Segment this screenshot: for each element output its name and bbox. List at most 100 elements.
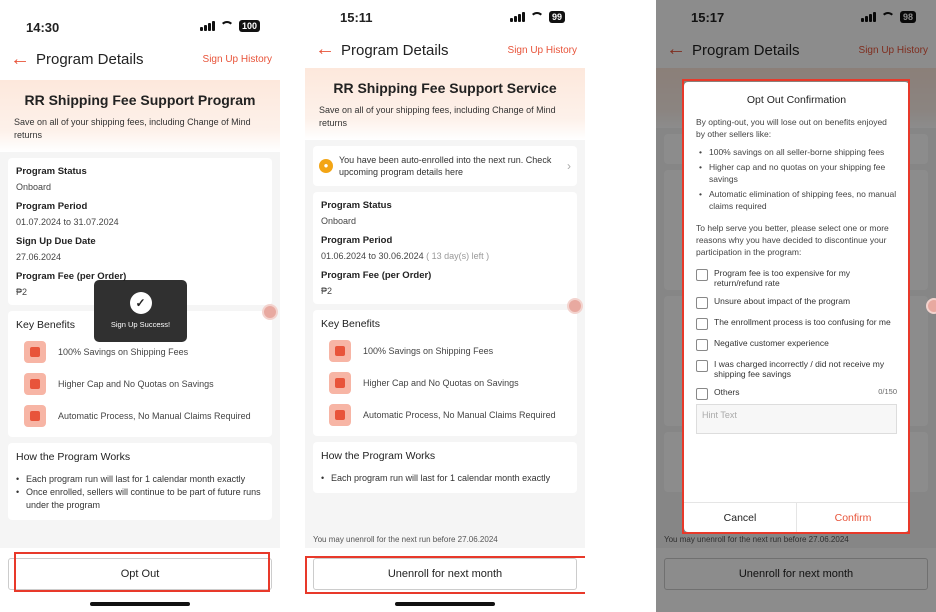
- program-title: RR Shipping Fee Support Program: [24, 92, 256, 108]
- status-label: Program Status: [321, 200, 392, 211]
- how-item: Each program run will last for 1 calenda…: [16, 473, 264, 486]
- toast-text: Sign Up Success!: [110, 320, 171, 329]
- info-bell-icon: ●: [319, 159, 333, 173]
- battery-icon: 100: [238, 20, 260, 32]
- notice-text: You have been auto-enrolled into the nex…: [339, 155, 552, 177]
- char-counter: 0/150: [878, 387, 897, 396]
- benefit-text: Higher Cap and No Quotas on Savings: [363, 377, 519, 388]
- reason-option[interactable]: Program fee is too expensive for my retu…: [684, 268, 909, 288]
- benefit-item: Higher Cap and No Quotas on Savings: [16, 373, 264, 395]
- opt-out-modal: Opt Out Confirmation By opting-out, you …: [684, 82, 909, 532]
- program-title: RR Shipping Fee Support Service: [333, 80, 557, 96]
- success-toast: ✓ Sign Up Success!: [94, 280, 187, 342]
- floating-help-icon[interactable]: [926, 298, 936, 314]
- period-label: Program Period: [321, 235, 393, 246]
- battery-icon: 99: [548, 11, 565, 23]
- checkbox[interactable]: [696, 339, 708, 351]
- unenroll-button[interactable]: Unenroll for next month: [313, 558, 577, 590]
- wifi-icon: [529, 12, 544, 22]
- confirm-button[interactable]: Confirm: [797, 503, 909, 532]
- reason-option[interactable]: Negative customer experience: [684, 338, 909, 351]
- benefit-item: 100% Savings on Shipping Fees: [16, 341, 264, 363]
- reason-option[interactable]: Others 0/150: [684, 387, 909, 400]
- auto-enroll-notice[interactable]: ● You have been auto-enrolled into the n…: [313, 146, 577, 186]
- chevron-right-icon: ›: [567, 159, 571, 173]
- page-title: Program Details: [341, 41, 449, 59]
- phone-chart-icon: [24, 373, 46, 395]
- sign-up-history-link[interactable]: Sign Up History: [203, 54, 272, 65]
- benefit-item: Automatic Process, No Manual Claims Requ…: [16, 405, 264, 427]
- modal-actions: Cancel Confirm: [684, 502, 909, 532]
- program-info-card: Program Status Onboard Program Period 01…: [313, 192, 577, 304]
- benefit-text: Automatic Process, No Manual Claims Requ…: [58, 410, 251, 421]
- checkbox[interactable]: [696, 269, 708, 281]
- nav-bar: ← Program Details Sign Up History: [305, 32, 585, 68]
- status-time: 14:30: [26, 20, 60, 35]
- phone-screen-1: 14:30 100 ← Program Details Sign Up Hist…: [0, 0, 280, 612]
- unenroll-note: You may unenroll for the next run before…: [313, 535, 498, 544]
- reason-option[interactable]: Unsure about impact of the program: [684, 296, 909, 309]
- benefit-text: Automatic Process, No Manual Claims Requ…: [363, 409, 556, 420]
- bottom-bar: Opt Out: [0, 548, 280, 612]
- status-bar: 15:11 99: [305, 0, 585, 32]
- status-time: 15:11: [340, 10, 373, 25]
- benefit-text: 100% Savings on Shipping Fees: [363, 345, 494, 356]
- program-subtitle: Save on all of your shipping fees, inclu…: [14, 117, 251, 140]
- modal-benefit: Higher cap and no quotas on your shippin…: [684, 161, 909, 185]
- due-date-label: Sign Up Due Date: [16, 236, 96, 247]
- key-benefits-title: Key Benefits: [321, 318, 380, 330]
- reason-label: Program fee is too expensive for my retu…: [714, 268, 851, 288]
- reason-option[interactable]: I was charged incorrectly / did not rece…: [684, 359, 909, 379]
- checkbox[interactable]: [696, 297, 708, 309]
- days-left: ( 13 day(s) left ): [426, 251, 490, 261]
- status-icons: 99: [509, 11, 565, 23]
- checkbox[interactable]: [696, 318, 708, 330]
- truck-icon: [24, 341, 46, 363]
- sign-up-history-link[interactable]: Sign Up History: [508, 45, 577, 56]
- benefit-item: Automatic Process, No Manual Claims Requ…: [321, 404, 569, 426]
- modal-title: Opt Out Confirmation: [746, 94, 847, 106]
- checkbox[interactable]: [696, 360, 708, 372]
- how-it-works-title: How the Program Works: [321, 450, 436, 462]
- program-subtitle: Save on all of your shipping fees, inclu…: [319, 105, 556, 128]
- home-indicator: [395, 602, 495, 606]
- reasons-prompt: To help serve you better, please select …: [696, 223, 889, 257]
- screenshot-collage: 14:30 100 ← Program Details Sign Up Hist…: [0, 0, 936, 612]
- bottom-bar: Unenroll for next month: [305, 548, 585, 612]
- reason-label: Negative customer experience: [714, 338, 829, 348]
- back-arrow-icon[interactable]: ←: [10, 48, 30, 71]
- signal-icon: [509, 12, 525, 22]
- modal-intro: By opting-out, you will lose out on bene…: [696, 117, 887, 139]
- status-bar: 14:30 100: [0, 0, 280, 38]
- floating-help-icon[interactable]: [262, 304, 278, 320]
- box-icon: [329, 404, 351, 426]
- back-arrow-icon[interactable]: ←: [315, 38, 335, 61]
- others-text-input[interactable]: Hint Text: [696, 404, 897, 434]
- nav-bar: ← Program Details Sign Up History: [0, 38, 280, 80]
- opt-out-button[interactable]: Opt Out: [8, 558, 272, 590]
- wifi-icon: [219, 21, 234, 31]
- truck-icon: [329, 340, 351, 362]
- cancel-button[interactable]: Cancel: [684, 503, 797, 532]
- home-indicator: [90, 602, 190, 606]
- period-label: Program Period: [16, 201, 88, 212]
- how-item: Each program run will last for 1 calenda…: [321, 472, 569, 485]
- modal-benefit: Automatic elimination of shipping fees, …: [684, 188, 909, 212]
- benefit-text: 100% Savings on Shipping Fees: [58, 346, 189, 357]
- how-it-works-card: How the Program Works Each program run w…: [313, 442, 577, 493]
- benefit-text: Higher Cap and No Quotas on Savings: [58, 378, 214, 389]
- how-it-works-title: How the Program Works: [16, 451, 131, 463]
- period-dates: 01.06.2024 to 30.06.2024: [321, 251, 424, 261]
- how-item: Once enrolled, sellers will continue to …: [16, 486, 264, 512]
- benefit-item: 100% Savings on Shipping Fees: [321, 340, 569, 362]
- floating-help-icon[interactable]: [567, 298, 583, 314]
- reason-option[interactable]: The enrollment process is too confusing …: [684, 317, 909, 330]
- checkbox[interactable]: [696, 388, 708, 400]
- due-date-value: 27.06.2024: [16, 252, 62, 262]
- status-icons: 100: [199, 20, 260, 32]
- status-value: Onboard: [321, 216, 357, 226]
- page-title: Program Details: [36, 50, 144, 68]
- status-value: Onboard: [16, 182, 52, 192]
- reason-label: Others: [714, 387, 740, 397]
- fee-value: ₱2: [321, 286, 333, 296]
